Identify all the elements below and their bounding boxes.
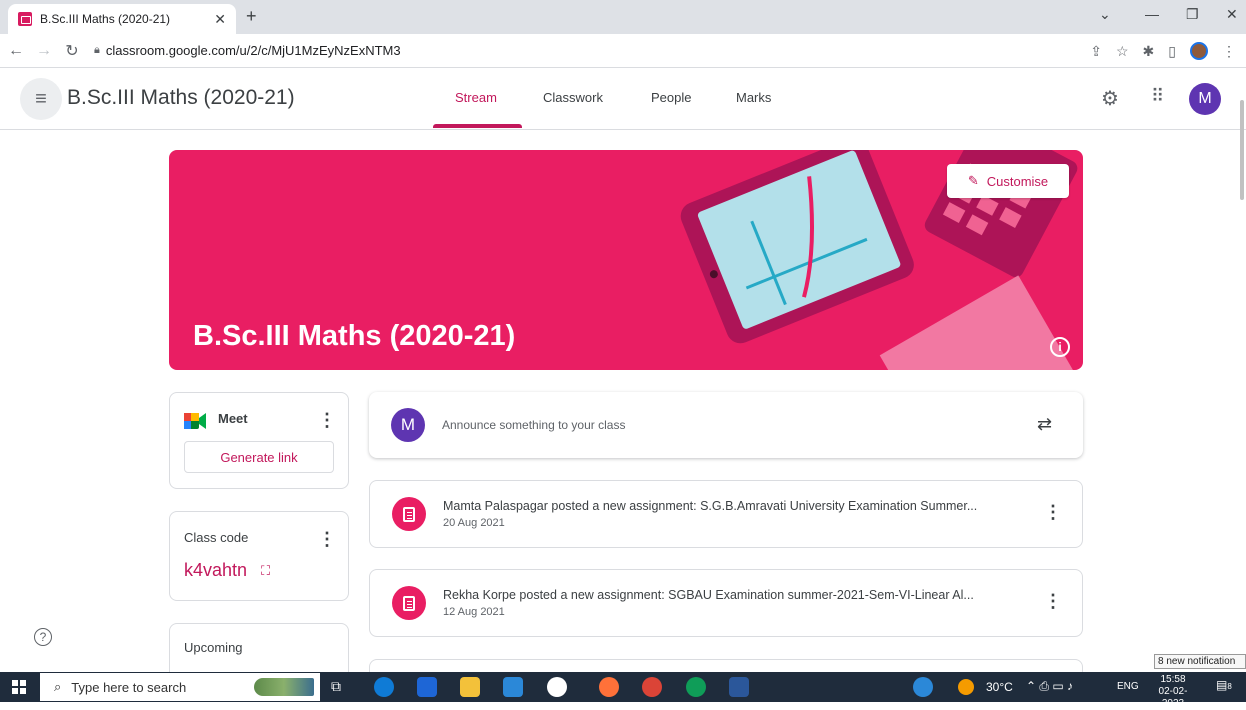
forward-icon[interactable]: →	[32, 42, 56, 60]
post-title: Mamta Palaspagar posted a new assignment…	[443, 499, 978, 513]
post-date: 20 Aug 2021	[443, 517, 505, 529]
tab-classwork[interactable]: Classwork	[543, 90, 603, 105]
fullscreen-icon[interactable]: ⛶	[261, 563, 270, 579]
stream-post[interactable]: Mamta Palaspagar posted a new assignment…	[369, 480, 1083, 548]
extensions-icon[interactable]: ✱	[1143, 43, 1155, 60]
app-icon[interactable]	[547, 677, 567, 697]
post-title: Rekha Korpe posted a new assignment: SGB…	[443, 588, 974, 602]
settings-gear-icon[interactable]: ⚙	[1101, 86, 1119, 111]
meet-card: Meet ⋮ Generate link	[169, 392, 349, 489]
chrome-icon[interactable]	[642, 677, 662, 697]
bookmark-star-icon[interactable]: ☆	[1116, 43, 1129, 60]
browser-tab[interactable]: B.Sc.III Maths (2020-21) ✕	[8, 4, 236, 34]
announce-input[interactable]: Announce something to your class	[442, 418, 625, 432]
assignment-icon	[392, 497, 426, 531]
windows-start-icon[interactable]	[12, 680, 26, 694]
firefox-icon[interactable]	[599, 677, 619, 697]
chrome-profile-icon[interactable]	[686, 677, 706, 697]
app-header: ≡ B.Sc.III Maths (2020-21) Stream Classw…	[0, 68, 1246, 130]
tab-search-icon[interactable]: ⌄	[1099, 6, 1111, 23]
meet-label: Meet	[218, 411, 248, 426]
announce-avatar: M	[391, 408, 425, 442]
language-indicator[interactable]: ENG	[1117, 681, 1139, 692]
close-tab-icon[interactable]: ✕	[214, 11, 226, 28]
clock-date: 02-02-2023	[1158, 686, 1188, 709]
browser-tabstrip: B.Sc.III Maths (2020-21) ✕ + ⌄ — ❐ ✕	[0, 0, 1246, 34]
tab-stream[interactable]: Stream	[455, 90, 497, 105]
pencil-icon: ✎	[967, 173, 979, 188]
class-code-value: k4vahtn	[184, 560, 248, 580]
class-banner: ✎ Customise B.Sc.III Maths (2020-21) i	[169, 150, 1083, 370]
restore-icon[interactable]: ❐	[1186, 6, 1199, 23]
file-explorer-icon[interactable]	[460, 677, 480, 697]
tab-people[interactable]: People	[651, 90, 691, 105]
dropbox-icon[interactable]	[417, 677, 437, 697]
account-avatar[interactable]: M	[1189, 83, 1221, 115]
upcoming-label: Upcoming	[184, 640, 243, 655]
assignment-icon	[392, 586, 426, 620]
notification-count: 8	[1227, 682, 1232, 691]
mail-icon[interactable]	[503, 677, 523, 697]
help-icon[interactable]: ?	[34, 628, 52, 646]
windows-taskbar: ⌕ Type here to search ⧉ 30°C ⌃ ⎙ ▭ ♪ ENG…	[0, 672, 1246, 709]
taskbar-search-placeholder: Type here to search	[71, 679, 187, 695]
post-more-icon[interactable]: ⋮	[1044, 592, 1062, 610]
lock-icon: 🔒︎	[94, 44, 100, 56]
clock[interactable]: 15:58 02-02-2023	[1150, 674, 1196, 710]
tray-icons[interactable]: ⌃ ⎙ ▭ ♪	[1026, 679, 1073, 694]
customise-label: Customise	[986, 173, 1049, 189]
class-name[interactable]: B.Sc.III Maths (2020-21)	[67, 86, 295, 110]
stream-post[interactable]: Rekha Korpe posted a new assignment: SGB…	[369, 569, 1083, 637]
tab-marks[interactable]: Marks	[736, 90, 771, 105]
clock-time: 15:58	[1160, 674, 1186, 685]
classroom-favicon-icon	[18, 12, 32, 26]
class-info-icon[interactable]: i	[1050, 337, 1070, 357]
class-code-card: Class code ⋮ k4vahtn ⛶	[169, 511, 349, 601]
address-bar[interactable]: 🔒︎ classroom.google.com/u/2/c/MjU1MzEyNz…	[94, 43, 401, 58]
main-menu-icon[interactable]: ≡	[20, 78, 62, 120]
customise-button[interactable]: ✎ Customise	[947, 164, 1069, 198]
word-icon[interactable]	[729, 677, 749, 697]
edge-icon[interactable]	[374, 677, 394, 697]
repost-icon[interactable]: ⇄	[1037, 414, 1052, 435]
browser-menu-icon[interactable]: ⋮	[1222, 43, 1236, 60]
back-icon[interactable]: ←	[4, 42, 28, 60]
meet-more-icon[interactable]: ⋮	[318, 411, 336, 429]
browser-toolbar: ← → ↻ 🔒︎ classroom.google.com/u/2/c/MjU1…	[0, 34, 1246, 68]
active-tab-indicator	[433, 124, 522, 128]
google-meet-icon	[184, 413, 206, 429]
class-code-label: Class code	[184, 530, 249, 545]
notification-center-icon[interactable]: ▤8	[1216, 678, 1234, 696]
post-date: 12 Aug 2021	[443, 606, 505, 618]
url-text: classroom.google.com/u/2/c/MjU1MzEyNzExN…	[105, 43, 401, 58]
announce-box[interactable]: M Announce something to your class ⇄	[369, 392, 1083, 458]
notification-hint[interactable]: 8 new notification	[1154, 654, 1246, 669]
side-panel-icon[interactable]: ▯	[1168, 43, 1176, 60]
reload-icon[interactable]: ↻	[60, 41, 84, 61]
google-apps-icon[interactable]: ⠿	[1151, 86, 1164, 107]
search-icon: ⌕	[54, 679, 62, 694]
class-code: k4vahtn ⛶	[184, 560, 270, 581]
post-more-icon[interactable]: ⋮	[1044, 503, 1062, 521]
banner-title: B.Sc.III Maths (2020-21)	[193, 320, 516, 352]
share-icon[interactable]: ⇪	[1090, 43, 1102, 60]
profile-avatar[interactable]	[1190, 42, 1208, 60]
taskbar-search[interactable]: ⌕ Type here to search	[40, 673, 320, 701]
minimize-icon[interactable]: —	[1145, 6, 1159, 22]
weather-icon[interactable]	[958, 679, 974, 695]
task-view-icon[interactable]: ⧉	[331, 678, 341, 695]
class-code-more-icon[interactable]: ⋮	[318, 530, 336, 548]
tab-title: B.Sc.III Maths (2020-21)	[40, 12, 171, 26]
window-close-icon[interactable]: ✕	[1226, 6, 1238, 23]
new-tab-icon[interactable]: +	[246, 6, 257, 27]
search-highlight-image	[254, 678, 314, 696]
generate-link-button[interactable]: Generate link	[184, 441, 334, 473]
weather-text[interactable]: 30°C	[986, 680, 1013, 694]
help-tray-icon[interactable]	[913, 677, 933, 697]
page-scrollbar[interactable]	[1240, 100, 1244, 200]
